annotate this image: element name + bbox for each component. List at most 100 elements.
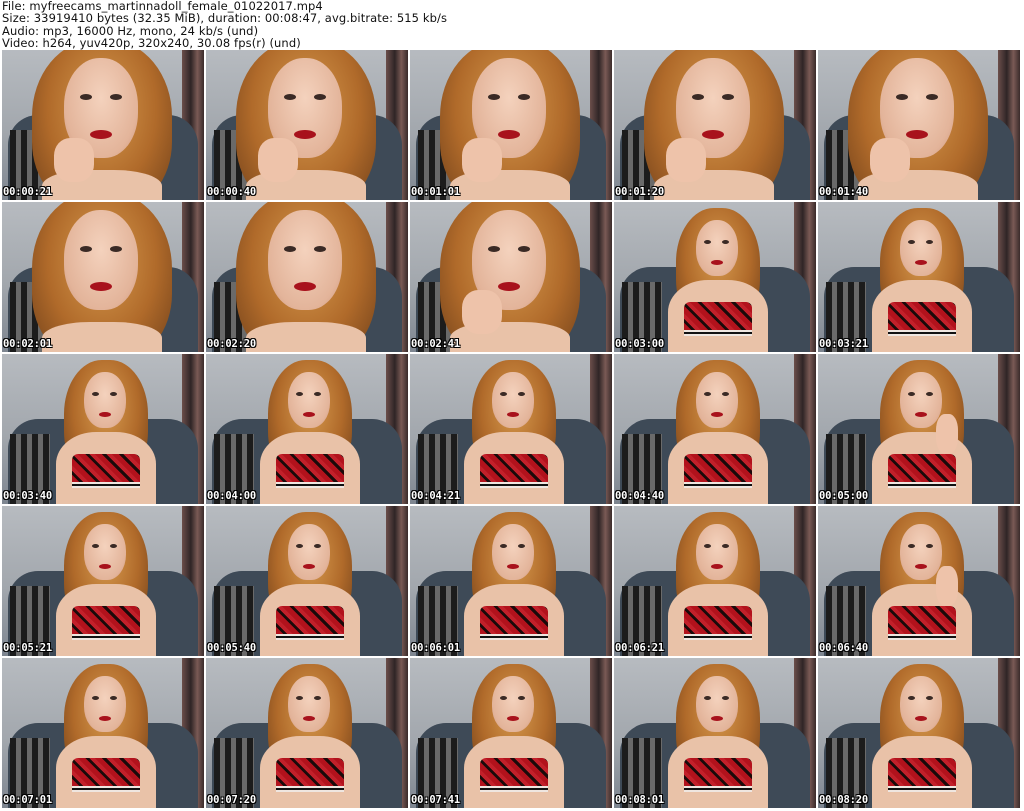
lips-shape (303, 412, 315, 417)
lips-shape (99, 564, 111, 569)
video-thumbnail: 00:04:40 (614, 354, 816, 504)
bra-shape (72, 758, 140, 786)
bra-band-shape (72, 634, 140, 640)
thumbnail-timestamp: 00:01:40 (819, 186, 868, 198)
face-shape (64, 210, 138, 310)
bra-band-shape (684, 482, 752, 488)
video-thumbnail: 00:06:01 (410, 506, 612, 656)
eye-shape (518, 246, 530, 252)
eye-shape (722, 94, 734, 100)
lips-shape (498, 130, 520, 139)
lips-shape (507, 412, 519, 417)
eye-shape (722, 696, 729, 700)
video-thumbnail: 00:02:41 (410, 202, 612, 352)
video-thumbnail: 00:06:21 (614, 506, 816, 656)
thumbnail-timestamp: 00:02:41 (411, 338, 460, 350)
bra-band-shape (276, 786, 344, 792)
bra-band-shape (480, 634, 548, 640)
thumbnail-timestamp: 00:04:21 (411, 490, 460, 502)
bra-shape (684, 606, 752, 634)
eye-shape (908, 392, 915, 396)
lips-shape (915, 260, 927, 265)
thumbnail-timestamp: 00:01:20 (615, 186, 664, 198)
bra-shape (480, 758, 548, 786)
video-thumbnail: 00:08:20 (818, 658, 1020, 808)
face-shape (492, 372, 534, 428)
bra-shape (276, 758, 344, 786)
torso-shape (42, 322, 162, 352)
eye-shape (518, 94, 530, 100)
thumbnail-timestamp: 00:07:41 (411, 794, 460, 806)
thumbnail-timestamp: 00:05:40 (207, 642, 256, 654)
face-shape (288, 524, 330, 580)
video-thumbnail: 00:05:00 (818, 354, 1020, 504)
lips-shape (507, 564, 519, 569)
bra-band-shape (72, 482, 140, 488)
eye-shape (296, 544, 303, 548)
thumbnail-timestamp: 00:01:01 (411, 186, 460, 198)
eye-shape (908, 696, 915, 700)
bra-band-shape (276, 482, 344, 488)
face-shape (492, 676, 534, 732)
eye-shape (500, 696, 507, 700)
bra-band-shape (684, 786, 752, 792)
thumbnail-timestamp: 00:06:01 (411, 642, 460, 654)
bra-band-shape (888, 482, 956, 488)
video-thumbnail: 00:03:00 (614, 202, 816, 352)
hand-shape (54, 138, 94, 182)
video-thumbnail: 00:05:21 (2, 506, 204, 656)
bra-shape (684, 758, 752, 786)
thumbnail-timestamp: 00:00:21 (3, 186, 52, 198)
face-shape (84, 524, 126, 580)
thumbnail-timestamp: 00:02:20 (207, 338, 256, 350)
lips-shape (915, 716, 927, 721)
eye-shape (500, 392, 507, 396)
bra-shape (480, 606, 548, 634)
bra-band-shape (888, 634, 956, 640)
eye-shape (110, 246, 122, 252)
bra-band-shape (684, 330, 752, 336)
thumbnail-timestamp: 00:02:01 (3, 338, 52, 350)
lips-shape (915, 564, 927, 569)
eye-shape (500, 544, 507, 548)
eye-shape (908, 240, 915, 244)
video-thumbnail: 00:08:01 (614, 658, 816, 808)
video-info-line: Video: h264, yuv420p, 320x240, 30.08 fps… (2, 36, 301, 51)
eye-shape (926, 696, 933, 700)
hand-shape (936, 414, 958, 454)
lips-shape (90, 282, 112, 291)
lips-shape (711, 716, 723, 721)
eye-shape (518, 392, 525, 396)
lips-shape (915, 412, 927, 417)
thumbnail-grid: 00:00:21 00:00:40 00:01:01 00:01:20 00:01:40… (2, 50, 1022, 810)
bra-shape (480, 454, 548, 482)
thumbnail-timestamp: 00:06:21 (615, 642, 664, 654)
hand-shape (258, 138, 298, 182)
lips-shape (711, 260, 723, 265)
bra-shape (72, 454, 140, 482)
thumbnail-timestamp: 00:07:01 (3, 794, 52, 806)
hand-shape (462, 290, 502, 334)
thumbnail-timestamp: 00:08:20 (819, 794, 868, 806)
bra-band-shape (684, 634, 752, 640)
video-thumbnail: 00:07:01 (2, 658, 204, 808)
lips-shape (99, 716, 111, 721)
eye-shape (926, 544, 933, 548)
face-shape (900, 220, 942, 276)
eye-shape (926, 94, 938, 100)
bra-shape (684, 454, 752, 482)
video-thumbnail: 00:07:20 (206, 658, 408, 808)
eye-shape (488, 94, 500, 100)
bra-band-shape (72, 786, 140, 792)
torso-shape (246, 322, 366, 352)
bra-band-shape (480, 482, 548, 488)
face-shape (492, 524, 534, 580)
thumbnail-timestamp: 00:06:40 (819, 642, 868, 654)
eye-shape (284, 94, 296, 100)
eye-shape (896, 94, 908, 100)
eye-shape (296, 392, 303, 396)
lips-shape (498, 282, 520, 291)
lips-shape (294, 130, 316, 139)
video-thumbnail: 00:00:21 (2, 50, 204, 200)
eye-shape (704, 544, 711, 548)
